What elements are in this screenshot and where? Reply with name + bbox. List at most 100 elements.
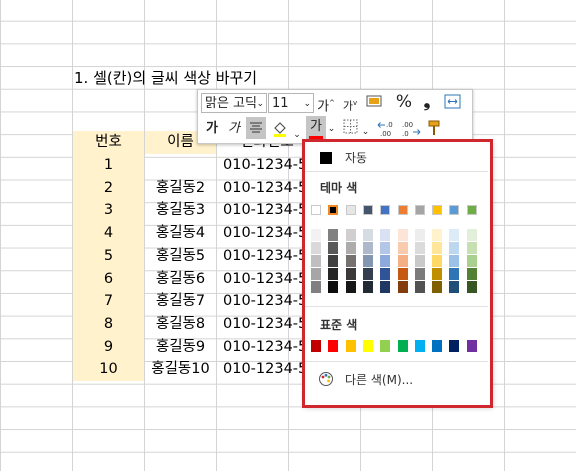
theme-color-swatch[interactable] bbox=[311, 205, 321, 215]
theme-shade-swatch[interactable] bbox=[449, 242, 460, 254]
row-num-cell[interactable]: 3 bbox=[73, 199, 144, 223]
theme-shade-swatch[interactable] bbox=[380, 268, 391, 280]
row-name-cell[interactable]: 홍길동6 bbox=[145, 268, 216, 291]
theme-shade-swatch[interactable] bbox=[345, 268, 356, 280]
theme-shade-swatch[interactable] bbox=[432, 268, 443, 280]
theme-color-swatch-selected[interactable] bbox=[328, 205, 339, 215]
row-num-cell[interactable]: 7 bbox=[73, 290, 144, 314]
standard-color-swatch[interactable] bbox=[414, 340, 425, 352]
theme-color-swatch[interactable] bbox=[345, 205, 356, 215]
theme-shade-swatch[interactable] bbox=[311, 242, 321, 254]
row-name-cell[interactable]: 홍길동4 bbox=[145, 222, 216, 245]
theme-shade-swatch[interactable] bbox=[397, 229, 408, 241]
theme-shade-swatch[interactable] bbox=[449, 268, 460, 280]
standard-color-swatch[interactable] bbox=[397, 340, 408, 352]
font-color-button[interactable]: 가 bbox=[306, 116, 326, 141]
theme-shade-swatch[interactable] bbox=[328, 242, 339, 254]
row-name-cell[interactable]: 홍길동10 bbox=[145, 358, 216, 381]
theme-shade-swatch[interactable] bbox=[414, 229, 425, 241]
theme-shade-swatch[interactable] bbox=[362, 229, 373, 241]
font-size-combo[interactable]: 11 ⌄ bbox=[268, 93, 314, 113]
standard-color-swatch[interactable] bbox=[380, 340, 391, 352]
theme-shade-swatch[interactable] bbox=[345, 242, 356, 254]
theme-shade-swatch[interactable] bbox=[432, 242, 443, 254]
theme-shade-swatch[interactable] bbox=[311, 229, 321, 241]
row-num-cell[interactable]: 10 bbox=[73, 358, 144, 382]
borders-button[interactable]: ⌄ bbox=[342, 119, 370, 142]
row-name-cell[interactable]: 홍길동8 bbox=[145, 313, 216, 336]
standard-color-swatch[interactable] bbox=[362, 340, 373, 352]
row-num-cell[interactable]: 8 bbox=[73, 312, 144, 336]
theme-shade-swatch[interactable] bbox=[362, 255, 373, 267]
theme-shade-swatch[interactable] bbox=[397, 268, 408, 280]
font-color-dropdown[interactable]: ⌄ bbox=[326, 119, 337, 139]
theme-shade-swatch[interactable] bbox=[328, 255, 339, 267]
theme-shade-swatch[interactable] bbox=[311, 281, 321, 293]
header-num[interactable]: 번호 bbox=[73, 131, 144, 154]
theme-shade-swatch[interactable] bbox=[466, 229, 477, 241]
row-name-cell[interactable]: 홍길동3 bbox=[145, 199, 216, 222]
theme-shade-swatch[interactable] bbox=[397, 242, 408, 254]
standard-color-swatch[interactable] bbox=[432, 340, 443, 352]
theme-shade-swatch[interactable] bbox=[328, 268, 339, 280]
align-center-button[interactable] bbox=[246, 117, 266, 139]
fill-color-button[interactable]: ⌄ bbox=[271, 119, 301, 145]
theme-shade-swatch[interactable] bbox=[432, 255, 443, 267]
row-name-cell[interactable]: 홍길동5 bbox=[145, 245, 216, 268]
row-num-cell[interactable]: 5 bbox=[73, 244, 144, 268]
row-num-cell[interactable]: 4 bbox=[73, 222, 144, 246]
theme-color-swatch[interactable] bbox=[432, 205, 443, 215]
theme-color-swatch[interactable] bbox=[449, 205, 460, 215]
theme-shade-swatch[interactable] bbox=[449, 281, 460, 293]
bold-button[interactable]: 가 bbox=[203, 119, 221, 139]
theme-shade-swatch[interactable] bbox=[432, 229, 443, 241]
theme-color-swatch[interactable] bbox=[362, 205, 373, 215]
theme-shade-swatch[interactable] bbox=[362, 268, 373, 280]
theme-shade-swatch[interactable] bbox=[397, 281, 408, 293]
row-num-cell[interactable]: 6 bbox=[73, 267, 144, 291]
theme-shade-swatch[interactable] bbox=[414, 281, 425, 293]
comma-button[interactable]: ❟ bbox=[420, 92, 434, 112]
theme-color-swatch[interactable] bbox=[380, 205, 391, 215]
theme-shade-swatch[interactable] bbox=[466, 268, 477, 280]
theme-shade-swatch[interactable] bbox=[380, 281, 391, 293]
theme-shade-swatch[interactable] bbox=[466, 255, 477, 267]
theme-shade-swatch[interactable] bbox=[449, 229, 460, 241]
more-colors-option[interactable]: 다른 색(M)... bbox=[311, 368, 481, 390]
theme-shade-swatch[interactable] bbox=[432, 281, 443, 293]
theme-color-swatch[interactable] bbox=[414, 205, 425, 215]
standard-color-swatch[interactable] bbox=[311, 340, 321, 352]
accounting-format-button[interactable] bbox=[363, 93, 387, 116]
italic-button[interactable]: 가 bbox=[225, 119, 243, 139]
shrink-font-button[interactable]: 가v bbox=[341, 93, 359, 117]
theme-shade-swatch[interactable] bbox=[311, 268, 321, 280]
row-num-cell[interactable]: 1 bbox=[73, 154, 144, 177]
theme-shade-swatch[interactable] bbox=[328, 281, 339, 293]
percent-button[interactable]: % bbox=[394, 92, 414, 112]
theme-shade-swatch[interactable] bbox=[449, 255, 460, 267]
automatic-color-option[interactable]: 자동 bbox=[311, 148, 481, 168]
theme-shade-swatch[interactable] bbox=[380, 229, 391, 241]
merge-center-button[interactable] bbox=[442, 94, 462, 116]
row-name-cell[interactable] bbox=[145, 154, 216, 177]
row-num-cell[interactable]: 9 bbox=[73, 335, 144, 359]
theme-shade-swatch[interactable] bbox=[362, 281, 373, 293]
theme-shade-swatch[interactable] bbox=[414, 242, 425, 254]
theme-shade-swatch[interactable] bbox=[345, 255, 356, 267]
theme-shade-swatch[interactable] bbox=[466, 281, 477, 293]
theme-shade-swatch[interactable] bbox=[414, 268, 425, 280]
row-name-cell[interactable]: 홍길동7 bbox=[145, 290, 216, 313]
row-num-cell[interactable]: 2 bbox=[73, 176, 144, 200]
theme-color-swatch[interactable] bbox=[397, 205, 408, 215]
row-name-cell[interactable]: 홍길동9 bbox=[145, 336, 216, 359]
row-name-cell[interactable]: 홍길동2 bbox=[145, 177, 216, 200]
standard-color-swatch[interactable] bbox=[328, 340, 339, 352]
standard-color-swatch[interactable] bbox=[449, 340, 460, 352]
theme-shade-swatch[interactable] bbox=[345, 229, 356, 241]
theme-shade-swatch[interactable] bbox=[414, 255, 425, 267]
theme-shade-swatch[interactable] bbox=[466, 242, 477, 254]
theme-shade-swatch[interactable] bbox=[380, 242, 391, 254]
theme-shade-swatch[interactable] bbox=[380, 255, 391, 267]
theme-shade-swatch[interactable] bbox=[311, 255, 321, 267]
theme-shade-swatch[interactable] bbox=[397, 255, 408, 267]
